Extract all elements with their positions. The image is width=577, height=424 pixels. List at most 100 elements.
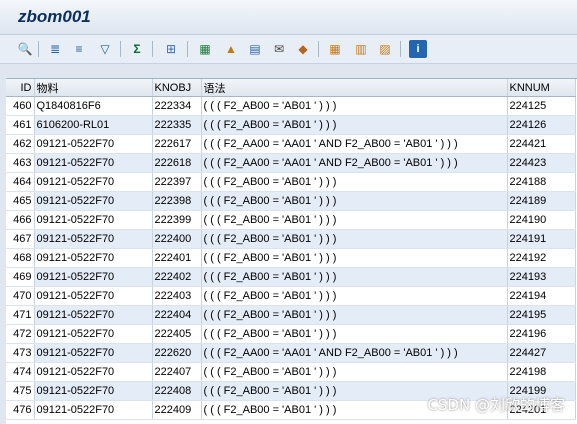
table-row[interactable]: 474 09121-0522F70 222407( ( ( F2_AB00 = 'A… <box>6 362 576 382</box>
cell-id[interactable]: 469 <box>6 267 35 287</box>
cell-knobj[interactable]: 222408 <box>152 381 202 401</box>
cell-syntax[interactable]: ( ( ( F2_AB00 = 'AB01 ' ) ) ) <box>201 210 508 230</box>
table-row[interactable]: 467 09121-0522F70 222400( ( ( F2_AB00 = 'A… <box>6 229 576 249</box>
cell-knobj[interactable]: 222405 <box>152 324 202 344</box>
cell-knnum[interactable]: 224195 <box>507 305 576 325</box>
cell-id[interactable]: 461 <box>6 115 35 135</box>
cell-syntax[interactable]: ( ( ( F2_AB00 = 'AB01 ' ) ) ) <box>201 305 508 325</box>
local-file-icon[interactable]: ▤ <box>246 40 264 58</box>
table-row[interactable]: 468 09121-0522F70 222401( ( ( F2_AB00 = 'A… <box>6 248 576 268</box>
cell-knnum[interactable]: 224427 <box>507 343 576 363</box>
cell-knobj[interactable]: 222620 <box>152 343 202 363</box>
cell-syntax[interactable]: ( ( ( F2_AA00 = 'AA01 ' AND F2_AB00 = 'A… <box>201 343 508 363</box>
cell-syntax[interactable]: ( ( ( F2_AB00 = 'AB01 ' ) ) ) <box>201 267 508 287</box>
cell-knnum[interactable]: 224188 <box>507 172 576 192</box>
information-icon[interactable]: i <box>409 40 427 58</box>
table-row[interactable]: 473 09121-0522F70 222620( ( ( F2_AA00 = 'A… <box>6 343 576 363</box>
save-layout-icon[interactable]: ▨ <box>376 40 394 58</box>
table-row[interactable]: 469 09121-0522F70 222402( ( ( F2_AB00 = 'A… <box>6 267 576 287</box>
cell-id[interactable]: 470 <box>6 286 35 306</box>
cell-syntax[interactable]: ( ( ( F2_AB00 = 'AB01 ' ) ) ) <box>201 324 508 344</box>
details-icon[interactable]: 🔍 <box>16 40 34 58</box>
cell-material[interactable]: 09121-0522F70 <box>34 210 153 230</box>
cell-knnum[interactable]: 224125 <box>507 96 576 116</box>
cell-knobj[interactable]: 222407 <box>152 362 202 382</box>
cell-id[interactable]: 463 <box>6 153 35 173</box>
send-icon[interactable]: ✉ <box>270 40 288 58</box>
cell-knnum[interactable]: 224196 <box>507 324 576 344</box>
change-layout-icon[interactable]: ▦ <box>326 40 344 58</box>
cell-knnum[interactable]: 224190 <box>507 210 576 230</box>
cell-syntax[interactable]: ( ( ( F2_AB00 = 'AB01 ' ) ) ) <box>201 229 508 249</box>
subtotal-icon[interactable]: ⊞ <box>162 40 180 58</box>
cell-knnum[interactable]: 224198 <box>507 362 576 382</box>
table-row[interactable]: 461 6106200-RL01 222335( ( ( F2_AB00 = 'AB… <box>6 115 576 135</box>
cell-syntax[interactable]: ( ( ( F2_AB00 = 'AB01 ' ) ) ) <box>201 172 508 192</box>
cell-knobj[interactable]: 222401 <box>152 248 202 268</box>
cell-material[interactable]: Q1840816F6 <box>34 96 153 116</box>
cell-id[interactable]: 467 <box>6 229 35 249</box>
cell-material[interactable]: 09121-0522F70 <box>34 248 153 268</box>
word-processing-icon[interactable]: ▲ <box>222 40 240 58</box>
column-header-syntax[interactable]: 语法 <box>201 79 508 97</box>
filter-icon[interactable]: ▽ <box>96 40 114 58</box>
cell-knnum[interactable]: 224423 <box>507 153 576 173</box>
cell-knobj[interactable]: 222617 <box>152 134 202 154</box>
cell-knnum[interactable]: 224194 <box>507 286 576 306</box>
cell-syntax[interactable]: ( ( ( F2_AA00 = 'AA01 ' AND F2_AB00 = 'A… <box>201 134 508 154</box>
column-header-material[interactable]: 物料 <box>34 79 153 97</box>
column-header-knobj[interactable]: KNOBJ <box>152 79 202 97</box>
export-excel-icon[interactable]: ▦ <box>196 40 214 58</box>
cell-knobj[interactable]: 222397 <box>152 172 202 192</box>
cell-material[interactable]: 09121-0522F70 <box>34 324 153 344</box>
table-row[interactable]: 471 09121-0522F70 222404( ( ( F2_AB00 = 'A… <box>6 305 576 325</box>
select-layout-icon[interactable]: ▥ <box>352 40 370 58</box>
table-row[interactable]: 463 09121-0522F70 222618( ( ( F2_AA00 = 'A… <box>6 153 576 173</box>
table-row[interactable]: 465 09121-0522F70 222398( ( ( F2_AB00 = 'A… <box>6 191 576 211</box>
cell-syntax[interactable]: ( ( ( F2_AB00 = 'AB01 ' ) ) ) <box>201 191 508 211</box>
cell-material[interactable]: 09121-0522F70 <box>34 286 153 306</box>
sort-descending-icon[interactable]: ≡ <box>70 40 88 58</box>
cell-knnum[interactable]: 224191 <box>507 229 576 249</box>
cell-id[interactable]: 460 <box>6 96 35 116</box>
cell-id[interactable]: 476 <box>6 400 35 420</box>
cell-knnum[interactable]: 224193 <box>507 267 576 287</box>
cell-syntax[interactable]: ( ( ( F2_AB00 = 'AB01 ' ) ) ) <box>201 115 508 135</box>
cell-id[interactable]: 464 <box>6 172 35 192</box>
cell-id[interactable]: 462 <box>6 134 35 154</box>
cell-material[interactable]: 6106200-RL01 <box>34 115 153 135</box>
cell-material[interactable]: 09121-0522F70 <box>34 305 153 325</box>
cell-id[interactable]: 466 <box>6 210 35 230</box>
table-row[interactable]: 464 09121-0522F70 222397( ( ( F2_AB00 = 'A… <box>6 172 576 192</box>
cell-knobj[interactable]: 222404 <box>152 305 202 325</box>
cell-material[interactable]: 09121-0522F70 <box>34 191 153 211</box>
cell-knobj[interactable]: 222400 <box>152 229 202 249</box>
sort-ascending-icon[interactable]: ≣ <box>46 40 64 58</box>
cell-knobj[interactable]: 222335 <box>152 115 202 135</box>
cell-syntax[interactable]: ( ( ( F2_AB00 = 'AB01 ' ) ) ) <box>201 96 508 116</box>
cell-material[interactable]: 09121-0522F70 <box>34 343 153 363</box>
cell-id[interactable]: 468 <box>6 248 35 268</box>
cell-syntax[interactable]: ( ( ( F2_AA00 = 'AA01 ' AND F2_AB00 = 'A… <box>201 153 508 173</box>
cell-syntax[interactable]: ( ( ( F2_AB00 = 'AB01 ' ) ) ) <box>201 286 508 306</box>
cell-id[interactable]: 473 <box>6 343 35 363</box>
cell-knnum[interactable]: 224189 <box>507 191 576 211</box>
cell-material[interactable]: 09121-0522F70 <box>34 362 153 382</box>
cell-id[interactable]: 475 <box>6 381 35 401</box>
cell-id[interactable]: 474 <box>6 362 35 382</box>
cell-material[interactable]: 09121-0522F70 <box>34 229 153 249</box>
cell-material[interactable]: 09121-0522F70 <box>34 381 153 401</box>
table-row[interactable]: 466 09121-0522F70 222399( ( ( F2_AB00 = 'A… <box>6 210 576 230</box>
cell-material[interactable]: 09121-0522F70 <box>34 134 153 154</box>
cell-material[interactable]: 09121-0522F70 <box>34 172 153 192</box>
cell-syntax[interactable]: ( ( ( F2_AB00 = 'AB01 ' ) ) ) <box>201 248 508 268</box>
cell-material[interactable]: 09121-0522F70 <box>34 267 153 287</box>
cell-id[interactable]: 465 <box>6 191 35 211</box>
cell-knobj[interactable]: 222409 <box>152 400 202 420</box>
column-header-knnum[interactable]: KNNUM <box>507 79 576 97</box>
table-row[interactable]: 462 09121-0522F70 222617( ( ( F2_AA00 = 'A… <box>6 134 576 154</box>
cell-knnum[interactable]: 224192 <box>507 248 576 268</box>
cell-id[interactable]: 472 <box>6 324 35 344</box>
cell-knobj[interactable]: 222334 <box>152 96 202 116</box>
cell-knnum[interactable]: 224126 <box>507 115 576 135</box>
